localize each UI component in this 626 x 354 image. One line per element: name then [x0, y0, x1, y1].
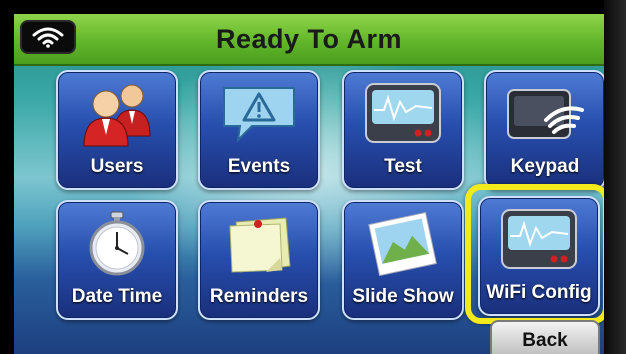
- wifi-icon: [20, 20, 76, 54]
- status-title-bar: Ready To Arm: [14, 14, 604, 66]
- slide-show-button[interactable]: Slide Show: [342, 200, 464, 320]
- keypad-wifi-icon: [486, 78, 604, 150]
- test-button[interactable]: Test: [342, 70, 464, 190]
- sticky-note-icon: [200, 208, 318, 280]
- users-icon: [58, 78, 176, 150]
- tile-label-test: Test: [384, 156, 422, 177]
- tile-label-users: Users: [90, 156, 144, 177]
- events-button[interactable]: Events: [198, 70, 320, 190]
- photo-icon: [344, 208, 462, 280]
- device-bezel: [604, 0, 626, 354]
- users-button[interactable]: Users: [56, 70, 178, 190]
- test-monitor-icon: [344, 78, 462, 150]
- tile-label-events: Events: [227, 156, 291, 177]
- device-frame: Ready To Arm Users Events Test Keypad Da…: [0, 0, 626, 354]
- stopwatch-icon: [58, 208, 176, 280]
- tile-label-slide-show: Slide Show: [352, 286, 454, 307]
- date-time-button[interactable]: Date Time: [56, 200, 178, 320]
- back-button[interactable]: Back: [490, 320, 600, 354]
- reminders-button[interactable]: Reminders: [198, 200, 320, 320]
- touch-screen: Ready To Arm Users Events Test Keypad Da…: [14, 14, 604, 354]
- page-title: Ready To Arm: [215, 23, 403, 54]
- highlight-box: [465, 184, 604, 324]
- tile-label-keypad: Keypad: [510, 156, 580, 177]
- tile-label-reminders: Reminders: [209, 286, 309, 307]
- events-warning-icon: [200, 78, 318, 150]
- keypad-button[interactable]: Keypad: [484, 70, 604, 190]
- tile-label-date-time: Date Time: [71, 286, 163, 307]
